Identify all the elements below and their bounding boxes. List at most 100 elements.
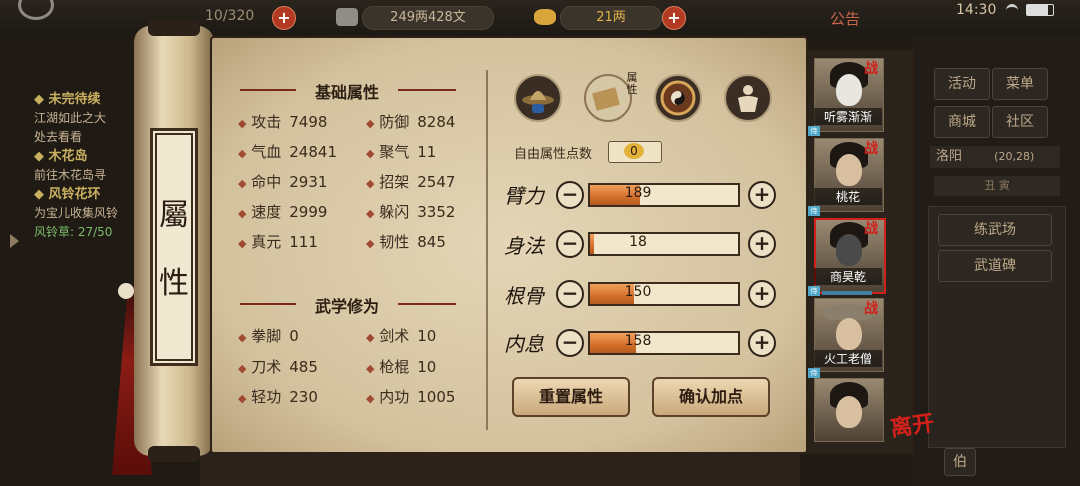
- section-rule-left: [240, 89, 296, 91]
- character-portrait: [836, 74, 862, 106]
- backpack-count: 10/320: [205, 8, 255, 24]
- notice-link[interactable]: 公告: [830, 8, 860, 29]
- diamond-icon: ◆: [238, 147, 247, 160]
- martial-cultivation-title: 武学修为: [314, 297, 379, 316]
- attributes-tab-label: 属性: [626, 71, 638, 96]
- ingot-display: 21两: [560, 6, 662, 30]
- attendant-tag: 侍: [808, 286, 820, 296]
- battle-badge: 战: [864, 221, 878, 237]
- diamond-icon: ◆: [366, 147, 375, 160]
- quest-list[interactable]: ◆ 未完待续 江湖如此之大 处去看看 ◆ 木花岛 前往木花岛寻 ◆ 风铃花环 为…: [34, 90, 144, 242]
- quest-line: 江湖如此之大: [34, 111, 107, 125]
- quest-line: 为宝儿收集风铃: [34, 206, 119, 220]
- basic-attributes-title: 基础属性: [314, 83, 379, 102]
- panel-divider: [486, 70, 488, 430]
- scroll-roll-top: [148, 20, 200, 36]
- stat-fist: ◆ 拳脚 0: [238, 327, 299, 345]
- quest-title: ◆ 木花岛: [34, 149, 88, 164]
- stat-defense: ◆ 防御 8284: [366, 113, 456, 131]
- constitution-value: 150: [624, 284, 652, 300]
- character-name: 桃花: [814, 188, 882, 205]
- character-exp-bar: [822, 291, 872, 295]
- attr-name-constitution: 根骨: [504, 284, 544, 308]
- battle-badge: 战: [864, 141, 878, 157]
- battle-badge: 战: [864, 61, 878, 77]
- character-portrait: [836, 318, 862, 350]
- hat-icon[interactable]: [514, 74, 562, 122]
- minus-agility-button[interactable]: −: [556, 230, 584, 258]
- bottom-nav-strip: [200, 452, 800, 486]
- diamond-icon: ◆: [238, 237, 247, 250]
- confirm-points-button[interactable]: 确认加点: [652, 377, 770, 417]
- quest-line: 前往木花岛寻: [34, 168, 107, 182]
- attr-name-agility: 身法: [504, 234, 544, 258]
- diamond-icon: ◆: [238, 207, 247, 220]
- free-points-value: 0: [624, 143, 644, 159]
- quest-title: ◆ 风铃花环: [34, 187, 101, 202]
- community-button[interactable]: 社区: [992, 106, 1048, 138]
- add-ingot-button[interactable]: +: [662, 6, 686, 30]
- silver-icon: [336, 8, 358, 26]
- strength-value: 189: [624, 185, 652, 201]
- training-ground-button[interactable]: 练武场: [938, 214, 1052, 246]
- free-points-label: 自由属性点数: [514, 147, 593, 162]
- attendant-tag: 侍: [808, 368, 820, 378]
- plus-constitution-button[interactable]: +: [748, 280, 776, 308]
- attendant-tag: 侍: [808, 126, 820, 136]
- plus-breath-button[interactable]: +: [748, 329, 776, 357]
- scroll-title-char-2: 性: [159, 266, 189, 301]
- bottom-right-button[interactable]: 伯: [944, 448, 976, 476]
- diamond-icon: ◆: [238, 362, 247, 375]
- wifi-icon: [1006, 4, 1018, 17]
- stat-toughness: ◆ 韧性 845: [366, 233, 446, 251]
- stat-parry: ◆ 招架 2547: [366, 173, 456, 191]
- activity-button[interactable]: 活动: [934, 68, 990, 100]
- plus-agility-button[interactable]: +: [748, 230, 776, 258]
- attr-name-breath: 内息: [504, 332, 544, 356]
- gold-ingot-icon: [534, 9, 556, 25]
- scroll-title-char-1: 屬: [159, 198, 189, 233]
- add-backpack-button[interactable]: +: [272, 6, 296, 30]
- character-portrait: [836, 396, 862, 428]
- character-name: 听雾渐渐: [814, 108, 882, 125]
- diamond-icon: ◆: [238, 331, 247, 344]
- minus-breath-button[interactable]: −: [556, 329, 584, 357]
- stat-sword: ◆ 剑术 10: [366, 327, 437, 345]
- muscle-icon[interactable]: [724, 74, 772, 122]
- diamond-icon: ◆: [238, 177, 247, 190]
- battle-badge: 战: [864, 301, 878, 317]
- stat-accuracy: ◆ 命中 2931: [238, 173, 328, 191]
- diamond-icon: ◆: [366, 237, 375, 250]
- stat-true-essence: ◆ 真元 111: [238, 233, 318, 251]
- attr-name-strength: 臂力: [504, 184, 544, 208]
- diamond-icon: ◆: [366, 207, 375, 220]
- stat-hp: ◆ 气血 24841: [238, 143, 337, 161]
- tassel-bead: [118, 283, 134, 299]
- character-name: 商昊乾: [814, 268, 882, 285]
- section-rule-right: [398, 303, 456, 305]
- breath-value: 158: [624, 333, 652, 349]
- scroll-roll-bottom: [148, 446, 200, 462]
- expand-arrow-icon[interactable]: [10, 234, 19, 248]
- plus-strength-button[interactable]: +: [748, 181, 776, 209]
- stat-spear: ◆ 枪棍 10: [366, 358, 437, 376]
- location-bar[interactable]: 洛阳 (20,28): [930, 146, 1060, 168]
- shop-button[interactable]: 商城: [934, 106, 990, 138]
- clock: 14:30: [956, 2, 997, 18]
- minus-constitution-button[interactable]: −: [556, 280, 584, 308]
- quest-line: 处去看看: [34, 130, 83, 144]
- minus-strength-button[interactable]: −: [556, 181, 584, 209]
- scroll-title-box: [150, 128, 198, 366]
- character-name: 火工老僧: [814, 350, 882, 367]
- bagua-icon[interactable]: [654, 74, 702, 122]
- leave-button[interactable]: 离开: [888, 405, 936, 443]
- stat-focus: ◆ 聚气 11: [366, 143, 437, 161]
- location-coords: (20,28): [994, 150, 1035, 163]
- diamond-icon: ◆: [366, 392, 375, 405]
- reset-attributes-button[interactable]: 重置属性: [512, 377, 630, 417]
- diamond-icon: ◆: [366, 117, 375, 130]
- battery-icon: [1026, 4, 1054, 16]
- agility-value: 18: [629, 234, 647, 250]
- martial-stele-button[interactable]: 武道碑: [938, 250, 1052, 282]
- menu-button[interactable]: 菜单: [992, 68, 1048, 100]
